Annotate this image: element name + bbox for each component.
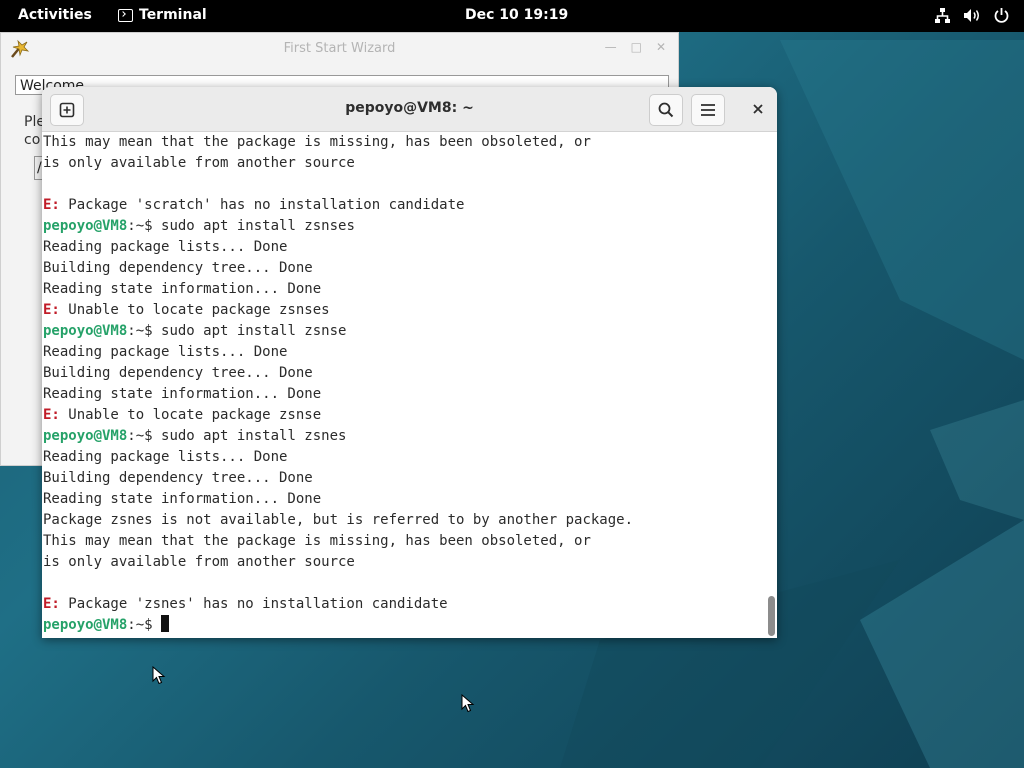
terminal-line: Reading package lists... Done	[43, 237, 763, 258]
minimize-icon[interactable]: —	[605, 40, 617, 54]
terminal-line: pepoyo@VM8:~$ sudo apt install zsnes	[43, 426, 763, 447]
prompt-user: pepoyo@VM8	[43, 218, 128, 234]
terminal-line-text: Building dependency tree... Done	[43, 260, 313, 276]
error-label: E:	[43, 407, 60, 423]
terminal-line: Reading state information... Done	[43, 489, 763, 510]
terminal-line: Building dependency tree... Done	[43, 363, 763, 384]
terminal-input	[153, 617, 161, 633]
terminal-line: Reading package lists... Done	[43, 342, 763, 363]
wizard-title: First Start Wizard	[283, 41, 396, 56]
prompt-suffix: :~$	[127, 617, 153, 633]
terminal-icon	[118, 8, 133, 22]
mouse-pointer-icon	[152, 666, 166, 685]
terminal-line: Building dependency tree... Done	[43, 468, 763, 489]
app-menu-button[interactable]: Terminal	[118, 7, 207, 23]
terminal-line: This may mean that the package is missin…	[43, 132, 763, 153]
terminal-line-text: Package zsnes is not available, but is r…	[43, 512, 634, 528]
text-cursor	[161, 615, 170, 632]
terminal-line-text: Unable to locate package zsnse	[59, 407, 322, 423]
search-icon	[658, 102, 674, 118]
prompt-user: pepoyo@VM8	[43, 617, 128, 633]
terminal-line-text: Reading package lists... Done	[43, 449, 288, 465]
terminal-line: This may mean that the package is missin…	[43, 531, 763, 552]
command-text: sudo apt install zsnes	[152, 428, 347, 444]
terminal-line: Reading state information... Done	[43, 384, 763, 405]
terminal-line: E: Package 'scratch' has no installation…	[43, 195, 763, 216]
top-bar: Activities Terminal Dec 10 19:19	[0, 0, 1024, 32]
terminal-line-text: is only available from another source	[43, 155, 355, 171]
error-label: E:	[43, 197, 60, 213]
prompt-suffix: :~$	[127, 428, 153, 444]
hamburger-menu-icon	[701, 104, 715, 116]
close-icon[interactable]: ✕	[656, 40, 666, 54]
terminal-line-text: Reading package lists... Done	[43, 239, 288, 255]
terminal-line-text: Unable to locate package zsnses	[59, 302, 330, 318]
command-text: sudo apt install zsnse	[152, 323, 347, 339]
terminal-line-text: This may mean that the package is missin…	[43, 134, 591, 150]
terminal-line: is only available from another source	[43, 153, 763, 174]
terminal-line-text: Package 'scratch' has no installation ca…	[59, 197, 465, 213]
terminal-line-text: Building dependency tree... Done	[43, 470, 313, 486]
command-text: sudo apt install zsnses	[152, 218, 355, 234]
terminal-scrollbar-thumb[interactable]	[768, 596, 775, 636]
maximize-icon[interactable]: □	[631, 40, 642, 54]
terminal-line: Reading package lists... Done	[43, 447, 763, 468]
system-tray[interactable]	[934, 7, 1010, 24]
terminal-line-text: is only available from another source	[43, 554, 355, 570]
network-icon	[935, 8, 950, 23]
terminal-line: E: Unable to locate package zsnse	[43, 405, 763, 426]
prompt-user: pepoyo@VM8	[43, 428, 128, 444]
terminal-line: Package zsnes is not available, but is r…	[43, 510, 763, 531]
terminal-line-text: Reading state information... Done	[43, 491, 322, 507]
power-icon	[994, 8, 1009, 23]
menu-button[interactable]	[691, 94, 725, 126]
terminal-line-text: Package 'zsnes' has no installation cand…	[59, 596, 448, 612]
terminal-line-text: This may mean that the package is missin…	[43, 533, 591, 549]
app-menu-label: Terminal	[139, 7, 207, 23]
terminal-output[interactable]: This may mean that the package is missin…	[43, 132, 763, 638]
prompt-suffix: :~$	[127, 323, 153, 339]
terminal-line: Building dependency tree... Done	[43, 258, 763, 279]
mouse-pointer-icon	[461, 694, 475, 713]
search-button[interactable]	[649, 94, 683, 126]
error-label: E:	[43, 302, 60, 318]
terminal-line-text: Reading state information... Done	[43, 386, 322, 402]
terminal-line: E: Unable to locate package zsnses	[43, 300, 763, 321]
terminal-line: E: Package 'zsnes' has no installation c…	[43, 594, 763, 615]
terminal-window[interactable]: pepoyo@VM8: ~ This may mean that the pac…	[42, 87, 777, 638]
terminal-line: Reading state information... Done	[43, 279, 763, 300]
terminal-current-prompt[interactable]: pepoyo@VM8:~$	[43, 615, 763, 636]
close-icon	[753, 104, 763, 114]
terminal-line-text: Reading package lists... Done	[43, 344, 288, 360]
terminal-headerbar: pepoyo@VM8: ~	[42, 87, 777, 132]
terminal-line-text: Reading state information... Done	[43, 281, 322, 297]
prompt-user: pepoyo@VM8	[43, 323, 128, 339]
volume-icon	[964, 9, 979, 22]
error-label: E:	[43, 596, 60, 612]
terminal-scrollbar[interactable]	[766, 132, 776, 638]
clock[interactable]: Dec 10 19:19	[465, 7, 568, 23]
prompt-suffix: :~$	[127, 218, 153, 234]
terminal-line: pepoyo@VM8:~$ sudo apt install zsnses	[43, 216, 763, 237]
terminal-line-text: Building dependency tree... Done	[43, 365, 313, 381]
terminal-line: is only available from another source	[43, 552, 763, 573]
wizard-window-controls: — □ ✕	[605, 40, 666, 54]
terminal-close-button[interactable]	[747, 98, 769, 120]
activities-button[interactable]: Activities	[18, 7, 92, 23]
terminal-line: pepoyo@VM8:~$ sudo apt install zsnse	[43, 321, 763, 342]
